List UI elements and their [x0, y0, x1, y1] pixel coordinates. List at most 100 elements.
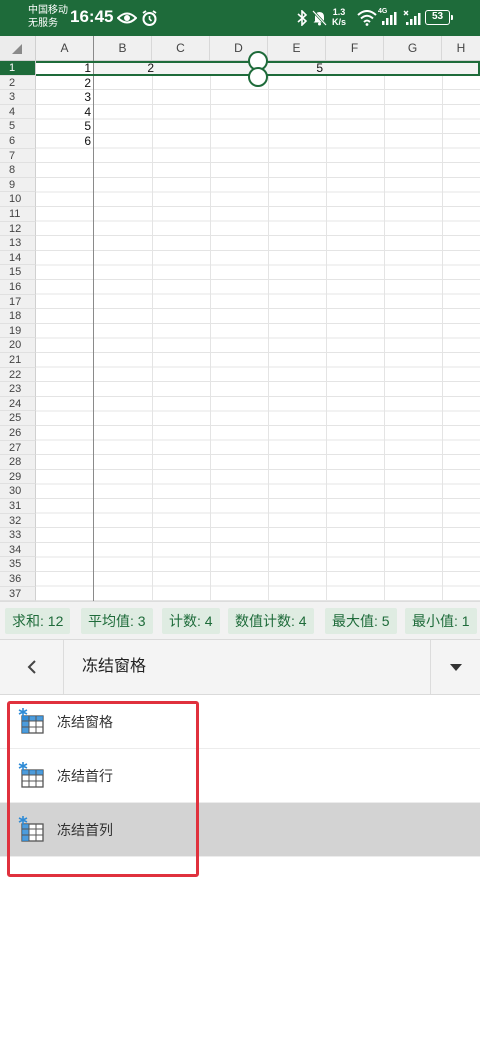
row-header-26[interactable]: 26 [0, 426, 36, 441]
row-header-31[interactable]: 31 [0, 499, 36, 514]
stat-sum[interactable]: 求和: 12 [5, 608, 71, 634]
row-header-27[interactable]: 27 [0, 440, 36, 456]
row-header-36[interactable]: 36 [0, 572, 36, 587]
gridline [384, 61, 385, 601]
row-header-34[interactable]: 34 [0, 542, 36, 558]
row-header-9[interactable]: 9 [0, 177, 36, 193]
stat-count[interactable]: 计数: 4 [162, 608, 220, 634]
back-button[interactable] [0, 640, 64, 694]
cell-a6[interactable]: 6 [36, 134, 91, 149]
collapse-ribbon-button[interactable] [430, 640, 480, 694]
option-freeze-top-row[interactable]: 冻结首行 [0, 749, 480, 803]
carrier-info: 中国移动 无服务 [28, 4, 68, 30]
row-header-4[interactable]: 4 [0, 104, 36, 120]
row-header-23[interactable]: 23 [0, 382, 36, 397]
row-header-7[interactable]: 7 [0, 148, 36, 164]
status-bar: 中国移动 无服务 16:45 1.3 K/s 4G 53 [0, 0, 480, 36]
network-speed: 1.3 K/s [332, 7, 346, 27]
wifi-icon [356, 9, 378, 27]
row-header-37[interactable]: 37 [0, 586, 36, 602]
row-header-2[interactable]: 2 [0, 75, 36, 91]
cell-a2[interactable]: 2 [36, 76, 91, 91]
freeze-top-row-icon [18, 762, 44, 788]
stat-min[interactable]: 最小值: 1 [405, 608, 477, 634]
eye-icon [117, 9, 137, 27]
stat-numeric-count[interactable]: 数值计数: 4 [228, 608, 314, 634]
column-header-h[interactable]: H [442, 36, 480, 60]
cell-a4[interactable]: 4 [36, 105, 91, 120]
cell-grid[interactable] [36, 61, 480, 601]
row-header-19[interactable]: 19 [0, 323, 36, 339]
select-all-button[interactable] [0, 36, 36, 60]
battery-icon: 53 [425, 10, 453, 25]
row-header-6[interactable]: 6 [0, 134, 36, 149]
mute-icon [311, 9, 327, 27]
column-header-f[interactable]: F [326, 36, 384, 60]
column-header-row: A B C D E F G H [0, 36, 480, 61]
column-header-c[interactable]: C [152, 36, 210, 60]
network-speed-unit: K/s [332, 17, 347, 27]
signal-icon [379, 9, 401, 27]
caret-down-icon [449, 663, 462, 671]
clock: 16:45 [70, 7, 114, 26]
column-header-b[interactable]: B [94, 36, 152, 60]
chevron-left-icon [27, 660, 36, 674]
row-header-1[interactable]: 1 [0, 61, 36, 76]
carrier-service: 无服务 [28, 18, 58, 29]
row-header-28[interactable]: 28 [0, 455, 36, 470]
row-header-3[interactable]: 3 [0, 90, 36, 105]
cell-a5[interactable]: 5 [36, 119, 91, 134]
no-signal-icon [402, 9, 422, 27]
option-label: 冻结首列 [57, 822, 113, 838]
row-header-24[interactable]: 24 [0, 396, 36, 412]
row-header-11[interactable]: 11 [0, 207, 36, 222]
gridline [442, 61, 443, 601]
submenu-header: 冻结窗格 [0, 639, 480, 695]
freeze-divider [93, 36, 94, 601]
alarm-icon [140, 9, 158, 27]
row-header-12[interactable]: 12 [0, 221, 36, 237]
row-header-13[interactable]: 13 [0, 236, 36, 251]
network-speed-value: 1.3 [332, 7, 346, 17]
stat-max[interactable]: 最大值: 5 [325, 608, 397, 634]
summary-bar: 求和: 12 平均值: 3 计数: 4 数值计数: 4 最大值: 5 最小值: … [0, 601, 480, 639]
option-label: 冻结首行 [57, 768, 113, 784]
gridline [152, 61, 153, 601]
row-header-15[interactable]: 15 [0, 265, 36, 280]
row-header-8[interactable]: 8 [0, 163, 36, 178]
row-header-21[interactable]: 21 [0, 353, 36, 368]
stat-average[interactable]: 平均值: 3 [81, 608, 153, 634]
battery-level: 53 [431, 11, 444, 22]
carrier-name: 中国移动 [28, 5, 68, 16]
freeze-first-column-icon [18, 816, 44, 842]
column-header-e[interactable]: E [268, 36, 326, 60]
gridline [210, 61, 211, 601]
row-header-10[interactable]: 10 [0, 192, 36, 207]
option-freeze-panes[interactable]: 冻结窗格 [0, 695, 480, 749]
row-header-30[interactable]: 30 [0, 484, 36, 499]
row-header-18[interactable]: 18 [0, 309, 36, 324]
row-header-16[interactable]: 16 [0, 280, 36, 295]
row-header-14[interactable]: 14 [0, 250, 36, 266]
cell-a3[interactable]: 3 [36, 90, 91, 105]
row-header-25[interactable]: 25 [0, 411, 36, 426]
row-header-17[interactable]: 17 [0, 294, 36, 310]
row-header-33[interactable]: 33 [0, 528, 36, 543]
column-header-a[interactable]: A [36, 36, 94, 60]
freeze-panes-icon [18, 708, 44, 734]
row-header-22[interactable]: 22 [0, 367, 36, 383]
column-header-g[interactable]: G [384, 36, 442, 60]
row-header-5[interactable]: 5 [0, 119, 36, 134]
option-label: 冻结窗格 [57, 714, 113, 730]
gridline [268, 61, 269, 601]
submenu-title: 冻结窗格 [82, 658, 147, 675]
bluetooth-icon [295, 9, 309, 27]
selection-handle-bottom[interactable] [248, 67, 268, 87]
row-header-32[interactable]: 32 [0, 513, 36, 529]
row-header-35[interactable]: 35 [0, 557, 36, 572]
option-freeze-first-column[interactable]: 冻结首列 [0, 803, 480, 857]
row-header-29[interactable]: 29 [0, 469, 36, 485]
gridline [326, 61, 327, 601]
select-all-icon [12, 44, 22, 54]
row-header-20[interactable]: 20 [0, 338, 36, 353]
